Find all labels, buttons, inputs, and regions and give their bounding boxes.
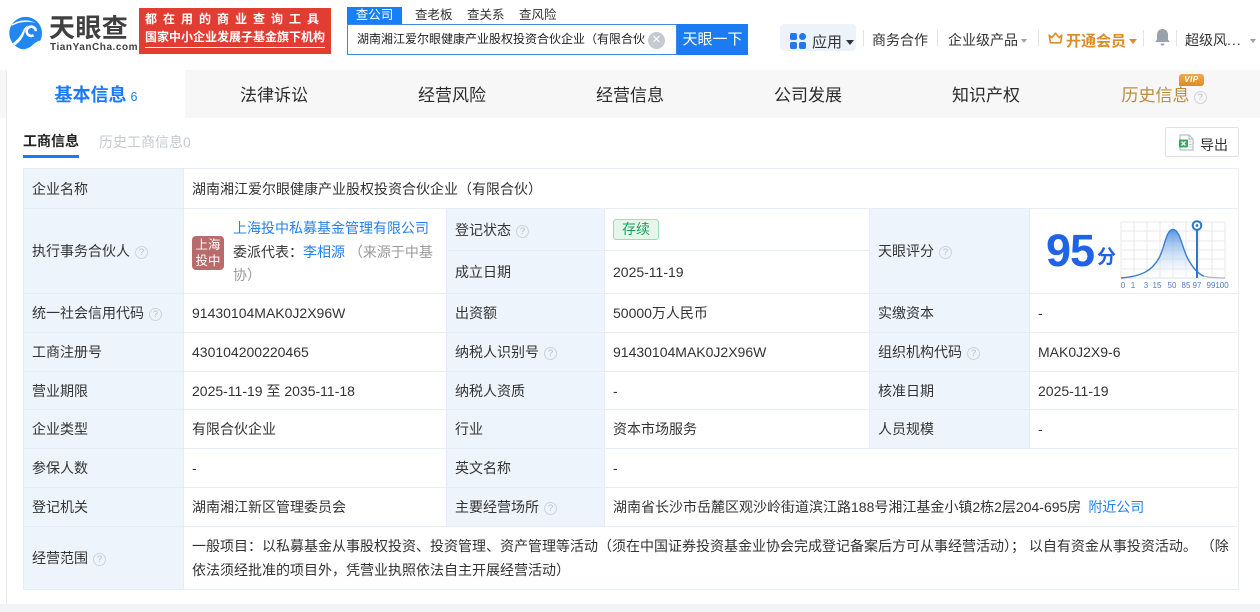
svg-text:3: 3 [1144, 281, 1149, 290]
svg-text:0: 0 [1121, 281, 1126, 290]
svg-text:50: 50 [1168, 281, 1177, 290]
svg-text:15: 15 [1153, 281, 1162, 290]
svg-text:100: 100 [1215, 281, 1229, 290]
svg-text:97: 97 [1193, 281, 1202, 290]
svg-text:1: 1 [1131, 281, 1136, 290]
svg-text:85: 85 [1182, 281, 1191, 290]
